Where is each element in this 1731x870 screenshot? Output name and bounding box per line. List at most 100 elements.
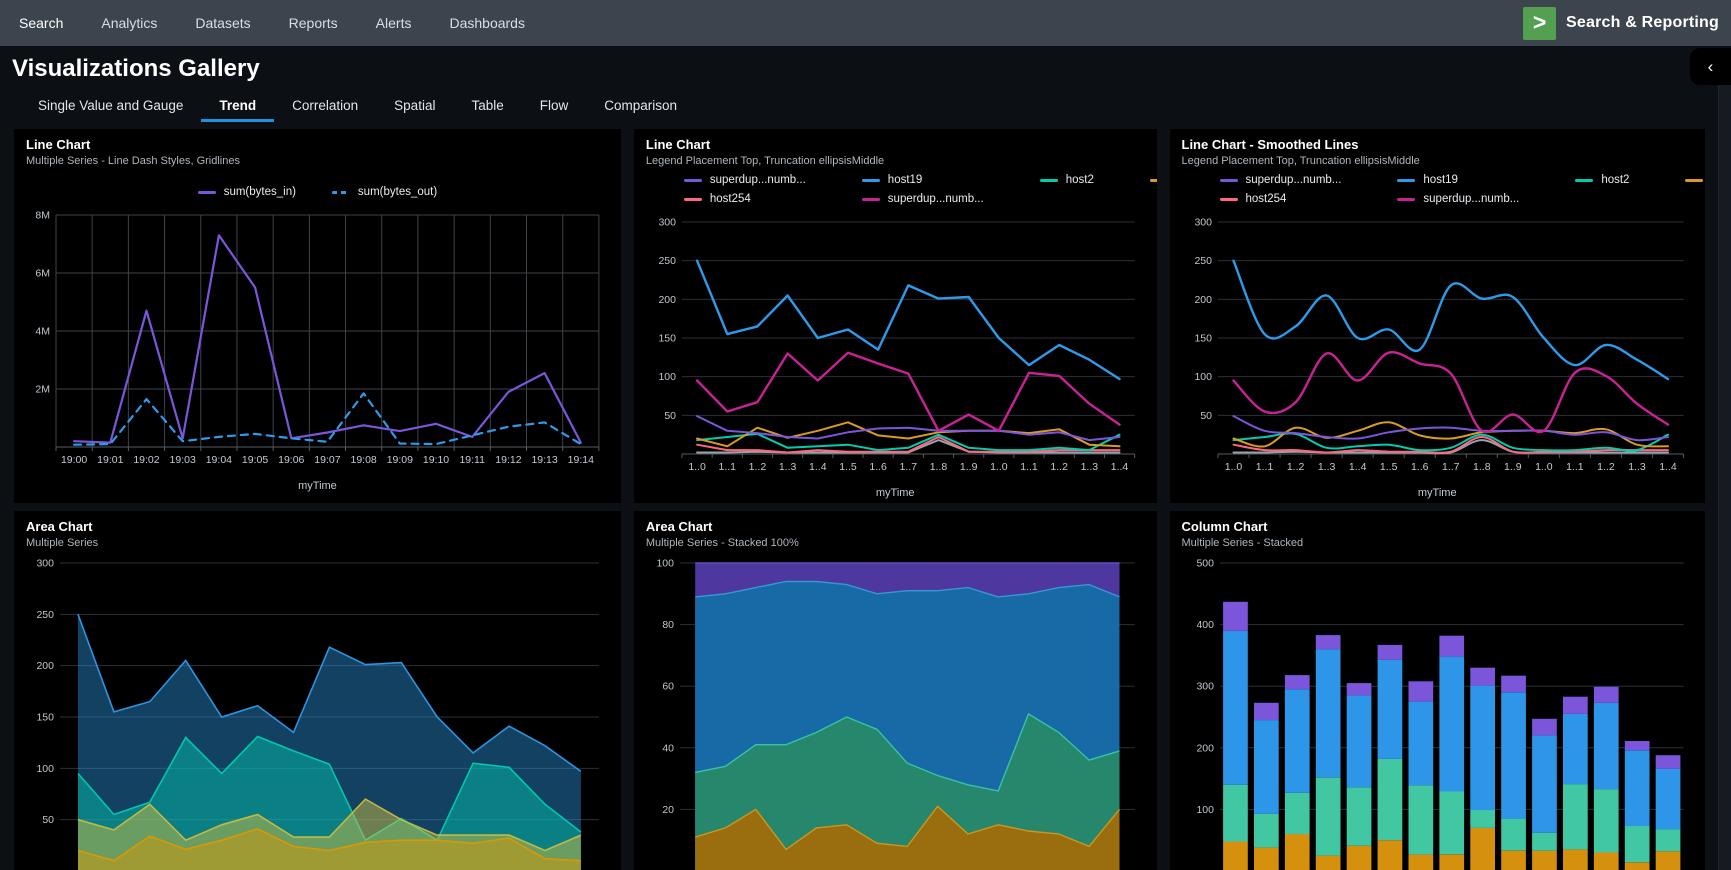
panel-line-chart-smoothed: Line Chart - Smoothed Lines Legend Place… bbox=[1170, 129, 1706, 503]
chart-canvas: 10080604020 bbox=[646, 555, 1145, 870]
legend-item[interactable]: sum(bytes_in) bbox=[198, 186, 296, 198]
chart-legend: superdup...numb...host19host2host248host… bbox=[684, 174, 1145, 214]
svg-text:19:14: 19:14 bbox=[568, 454, 594, 466]
svg-text:1..3: 1..3 bbox=[779, 461, 797, 473]
legend-swatch bbox=[332, 191, 350, 194]
legend-label: sum(bytes_in) bbox=[224, 186, 296, 198]
svg-text:1..2: 1..2 bbox=[749, 461, 767, 473]
svg-text:1..3: 1..3 bbox=[1317, 461, 1335, 473]
svg-text:1..9: 1..9 bbox=[960, 461, 978, 473]
panel-subtitle: Legend Placement Top, Truncation ellipsi… bbox=[646, 155, 1145, 167]
legend-swatch bbox=[1575, 179, 1593, 182]
svg-text:1..4: 1..4 bbox=[1659, 461, 1677, 473]
svg-text:100: 100 bbox=[1196, 804, 1214, 816]
svg-text:150: 150 bbox=[1194, 333, 1212, 345]
legend-item[interactable]: host19 bbox=[1397, 174, 1519, 186]
app-badge[interactable]: > Search & Reporting bbox=[1523, 7, 1719, 40]
panel-title: Column Chart bbox=[1182, 519, 1694, 534]
svg-text:1..1: 1..1 bbox=[1020, 461, 1038, 473]
panel-title: Line Chart - Smoothed Lines bbox=[1182, 137, 1694, 152]
svg-text:60: 60 bbox=[662, 681, 674, 693]
legend-swatch bbox=[1685, 179, 1703, 182]
svg-text:500: 500 bbox=[1196, 558, 1214, 570]
panel-subtitle: Multiple Series - Stacked 100% bbox=[646, 537, 1145, 549]
legend-label: superdup...numb... bbox=[1246, 174, 1342, 186]
panel-area-chart: Area Chart Multiple Series 3002502001501… bbox=[14, 511, 621, 870]
legend-item[interactable]: host248 bbox=[1150, 174, 1157, 186]
legend-label: host2 bbox=[1066, 174, 1094, 186]
chart-canvas: 500400300200100 bbox=[1182, 555, 1694, 870]
legend-item[interactable]: host248 bbox=[1685, 174, 1705, 186]
svg-text:1..6: 1..6 bbox=[1410, 461, 1428, 473]
svg-text:1..0: 1..0 bbox=[1224, 461, 1242, 473]
app-name: Search & Reporting bbox=[1566, 14, 1719, 32]
legend-item[interactable]: superdup...numb... bbox=[1220, 174, 1342, 186]
legend-label: superdup...numb... bbox=[1423, 193, 1519, 205]
svg-text:8M: 8M bbox=[35, 210, 50, 222]
legend-swatch bbox=[1220, 179, 1238, 182]
tab-spatial[interactable]: Spatial bbox=[376, 92, 453, 122]
legend-item[interactable]: superdup...numb... bbox=[862, 193, 984, 205]
panel-subtitle: Multiple Series bbox=[26, 537, 609, 549]
legend-label: host254 bbox=[710, 193, 751, 205]
panel-title: Area Chart bbox=[646, 519, 1145, 534]
svg-text:19:13: 19:13 bbox=[531, 454, 557, 466]
legend-item[interactable]: superdup...numb... bbox=[684, 174, 806, 186]
legend-item[interactable]: host2 bbox=[1575, 174, 1629, 186]
tab-comparison[interactable]: Comparison bbox=[586, 92, 695, 122]
svg-text:50: 50 bbox=[1200, 410, 1212, 422]
svg-text:1..2: 1..2 bbox=[1050, 461, 1068, 473]
svg-text:250: 250 bbox=[36, 609, 54, 621]
svg-text:1..2: 1..2 bbox=[1286, 461, 1304, 473]
legend-swatch bbox=[684, 179, 702, 182]
nav-item-datasets[interactable]: Datasets bbox=[176, 0, 269, 46]
legend-item[interactable]: host254 bbox=[684, 193, 806, 205]
tab-correlation[interactable]: Correlation bbox=[274, 92, 376, 122]
nav-item-dashboards[interactable]: Dashboards bbox=[430, 0, 544, 46]
svg-text:1..5: 1..5 bbox=[839, 461, 857, 473]
svg-text:19:03: 19:03 bbox=[170, 454, 196, 466]
svg-text:50: 50 bbox=[42, 814, 54, 826]
svg-text:1..3: 1..3 bbox=[1080, 461, 1098, 473]
nav-item-alerts[interactable]: Alerts bbox=[357, 0, 431, 46]
svg-text:250: 250 bbox=[658, 255, 676, 267]
legend-item[interactable]: sum(bytes_out) bbox=[332, 186, 437, 198]
legend-swatch bbox=[684, 198, 702, 201]
nav-item-search[interactable]: Search bbox=[0, 0, 82, 46]
right-collapsed-panel-rail[interactable] bbox=[1718, 84, 1731, 870]
legend-item[interactable]: host2 bbox=[1040, 174, 1094, 186]
tab-single-value-and-gauge[interactable]: Single Value and Gauge bbox=[20, 92, 201, 122]
svg-text:19:12: 19:12 bbox=[495, 454, 521, 466]
svg-text:19:07: 19:07 bbox=[314, 454, 340, 466]
svg-text:100: 100 bbox=[1194, 371, 1212, 383]
svg-text:300: 300 bbox=[658, 217, 676, 229]
chart-legend: superdup...numb...host19host2host248host… bbox=[1220, 174, 1694, 214]
svg-text:19:10: 19:10 bbox=[423, 454, 449, 466]
legend-swatch bbox=[1397, 179, 1415, 182]
tab-flow[interactable]: Flow bbox=[522, 92, 587, 122]
legend-swatch bbox=[862, 179, 880, 182]
svg-text:1..0: 1..0 bbox=[990, 461, 1008, 473]
panel-subtitle: Legend Placement Top, Truncation ellipsi… bbox=[1182, 155, 1694, 167]
svg-text:200: 200 bbox=[658, 294, 676, 306]
svg-text:1..0: 1..0 bbox=[1535, 461, 1553, 473]
svg-text:20: 20 bbox=[662, 804, 674, 816]
collapse-panel-button[interactable]: ‹ bbox=[1690, 48, 1731, 85]
legend-swatch bbox=[198, 191, 216, 194]
svg-text:300: 300 bbox=[1194, 217, 1212, 229]
svg-text:1..3: 1..3 bbox=[1628, 461, 1646, 473]
svg-text:1..8: 1..8 bbox=[930, 461, 948, 473]
splunk-app-icon: > bbox=[1523, 7, 1556, 40]
nav-item-analytics[interactable]: Analytics bbox=[82, 0, 176, 46]
legend-swatch bbox=[862, 198, 880, 201]
legend-item[interactable]: host254 bbox=[1220, 193, 1342, 205]
tab-trend[interactable]: Trend bbox=[201, 92, 274, 122]
legend-item[interactable]: superdup...numb... bbox=[1397, 193, 1519, 205]
tab-table[interactable]: Table bbox=[453, 92, 521, 122]
svg-text:300: 300 bbox=[36, 558, 54, 570]
x-axis-title: myTime bbox=[1182, 487, 1694, 499]
nav-item-reports[interactable]: Reports bbox=[270, 0, 357, 46]
svg-text:19:06: 19:06 bbox=[278, 454, 304, 466]
dashboard-grid: Line Chart Multiple Series - Line Dash S… bbox=[0, 122, 1731, 870]
legend-item[interactable]: host19 bbox=[862, 174, 984, 186]
